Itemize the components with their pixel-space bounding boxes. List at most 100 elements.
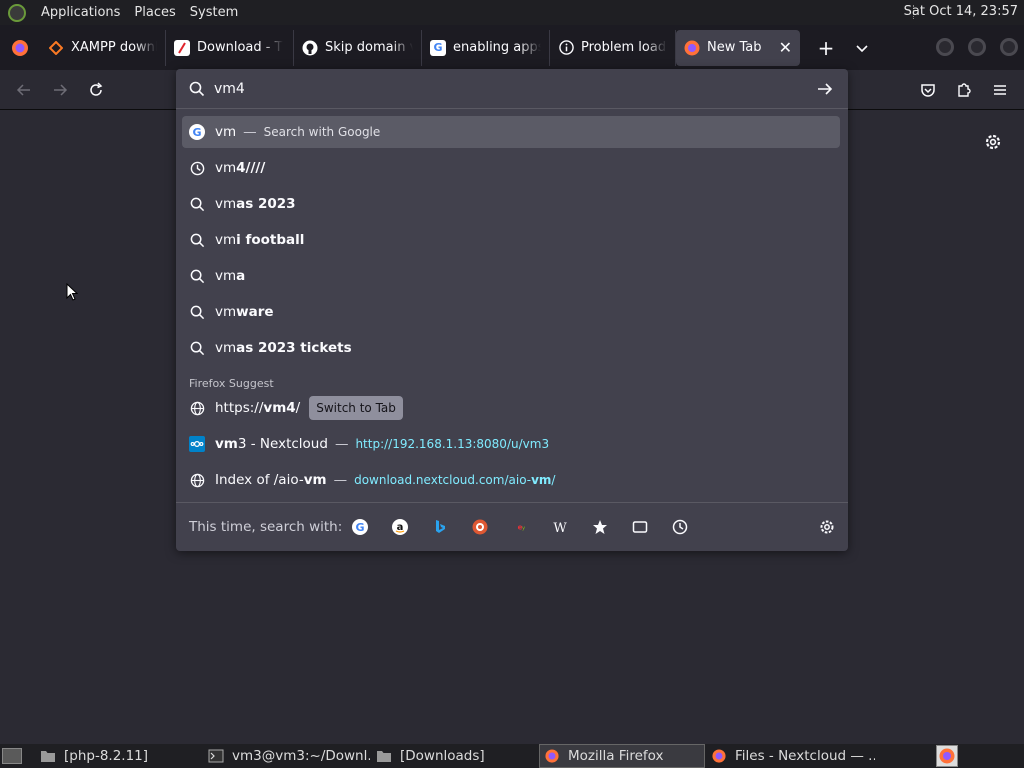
xampp-icon [48, 40, 64, 56]
switch-to-tab-button[interactable]: Switch to Tab [309, 396, 403, 420]
suggestion-switch-tab[interactable]: https://vm4/ Switch to Tab [182, 392, 840, 424]
terminal-icon [208, 749, 224, 763]
bing-engine-button[interactable] [432, 519, 448, 535]
places-menu[interactable]: Places [127, 5, 182, 20]
suggestion-typed: vm [215, 232, 237, 248]
suggestion-typed: vm [215, 124, 237, 140]
search-settings-gear-icon[interactable] [818, 518, 836, 536]
tab-github[interactable]: Skip domain v [294, 29, 422, 66]
suggestion-completion: a [236, 268, 246, 284]
back-arrow-icon [16, 84, 30, 96]
suggestion-url: http://192.168.1.13:8080/u/vm3 [355, 437, 549, 451]
suggestion-history[interactable]: vm 4//// [182, 152, 840, 184]
url-match: vm [522, 437, 542, 451]
suggestion-index-aio-vm[interactable]: Index of /aio-vm — download.nextcloud.co… [182, 464, 840, 496]
urlbar [176, 69, 848, 109]
globe-icon [189, 400, 205, 416]
taskbar-files-nextcloud[interactable]: Files - Nextcloud — ... [707, 744, 875, 768]
taskbar-mozilla-firefox[interactable]: Mozilla Firefox [539, 744, 705, 768]
tab-google[interactable]: G enabling apps [422, 29, 550, 66]
clock[interactable]: Sat Oct 14, 23:57 [904, 4, 1018, 19]
github-icon [302, 40, 318, 56]
close-window-button[interactable] [1000, 38, 1018, 56]
ebay-engine-button[interactable]: ey [512, 519, 528, 535]
folder-icon [41, 751, 55, 762]
tabs-button[interactable] [632, 519, 648, 535]
suggestion-search-5[interactable]: vm as 2023 tickets [182, 332, 840, 364]
suggestion-search-4[interactable]: vm ware [182, 296, 840, 328]
top-panel: Applications Places System Sat Oct 14, 2… [0, 0, 1024, 25]
pocket-button[interactable] [916, 78, 940, 102]
bookmarks-button[interactable] [592, 519, 608, 535]
gear-icon[interactable] [982, 131, 1004, 153]
back-button[interactable] [12, 78, 36, 102]
list-all-tabs-button[interactable] [844, 30, 880, 66]
search-icon [189, 304, 205, 320]
suggestion-title-match: vm [215, 436, 238, 452]
reload-icon [90, 82, 103, 96]
extensions-button[interactable] [952, 78, 976, 102]
urlbar-dropdown: G vm — Search with Google vm4//// vmas 2… [176, 69, 848, 551]
taskbar: [php-8.2.11] vm3@vm3:~/Downl... [Downloa… [0, 744, 1024, 768]
one-off-search-bar: This time, search with: G a ey W [176, 502, 848, 551]
suggestion-search-2[interactable]: vm i football [182, 224, 840, 256]
suggestion-nextcloud[interactable]: vm 3 - Nextcloud — http://192.168.1.13:80… [182, 428, 840, 460]
firefox-view-button[interactable] [0, 30, 40, 66]
suggestion-search-google[interactable]: G vm — Search with Google [182, 116, 840, 148]
mouse-cursor-icon [66, 283, 78, 301]
suggestion-typed: vm [215, 196, 237, 212]
go-arrow-icon[interactable] [816, 80, 834, 98]
forward-button[interactable] [48, 78, 72, 102]
duckduckgo-engine-button[interactable] [472, 519, 488, 535]
one-off-label: This time, search with: [189, 519, 343, 535]
taskbar-php-folder[interactable]: [php-8.2.11] [36, 744, 200, 768]
suggestion-title: Index of /aio- [215, 472, 304, 488]
tab-xampp[interactable]: XAMPP downl [40, 29, 166, 66]
url-input[interactable] [214, 78, 774, 100]
suggestion-completion: ware [236, 304, 274, 320]
google-icon: G [430, 39, 446, 56]
minimize-button[interactable] [936, 38, 954, 56]
history-button[interactable] [672, 519, 688, 535]
tab-problem-loading[interactable]: Problem loadi [550, 29, 676, 66]
taskbar-terminal[interactable]: vm3@vm3:~/Downl... [204, 744, 370, 768]
new-tab-button[interactable]: + [808, 30, 844, 66]
system-logo-icon[interactable] [8, 3, 26, 22]
tab-new-tab[interactable]: New Tab ✕ [676, 29, 800, 66]
applications-menu[interactable]: Applications [34, 5, 127, 20]
task-label: Mozilla Firefox [568, 748, 664, 764]
tab-download[interactable]: Download - T [166, 29, 294, 66]
google-engine-button[interactable]: G [352, 519, 368, 535]
taskbar-downloads-folder[interactable]: [Downloads] [372, 744, 536, 768]
suggestion-typed: vm [215, 340, 237, 356]
show-desktop-icon[interactable] [2, 748, 22, 764]
suggestion-action: Search with Google [263, 125, 381, 139]
tab-label: XAMPP downl [71, 40, 157, 55]
wikipedia-engine-button[interactable]: W [552, 519, 568, 535]
task-label: [Downloads] [400, 748, 485, 764]
workspace-switcher[interactable] [936, 745, 958, 767]
url-prefix: http://192.168.1.13:8080/u/ [355, 437, 523, 451]
close-tab-icon[interactable]: ✕ [779, 38, 792, 57]
svg-text:W: W [553, 521, 567, 535]
system-menu[interactable]: System [183, 5, 245, 20]
suggestion-search-3[interactable]: vm a [182, 260, 840, 292]
info-icon [558, 40, 574, 56]
hamburger-icon [994, 85, 1006, 95]
globe-icon [189, 472, 205, 488]
url-prefix: download.nextcloud.com/aio- [354, 473, 532, 487]
folder-icon [377, 751, 391, 762]
amazon-engine-button[interactable]: a [392, 519, 408, 535]
chevron-down-icon [856, 44, 868, 52]
app-menu-button[interactable] [988, 78, 1012, 102]
nextcloud-icon [189, 436, 205, 452]
history-clock-icon [189, 160, 205, 176]
reload-button[interactable] [84, 78, 108, 102]
wikipedia-icon: W [553, 521, 567, 535]
suggestion-typed: vm [215, 304, 237, 320]
suggestion-search-1[interactable]: vm as 2023 [182, 188, 840, 220]
document-icon [174, 39, 190, 56]
maximize-button[interactable] [968, 38, 986, 56]
task-label: Files - Nextcloud — ... [735, 748, 875, 764]
firefox-icon [12, 39, 28, 56]
